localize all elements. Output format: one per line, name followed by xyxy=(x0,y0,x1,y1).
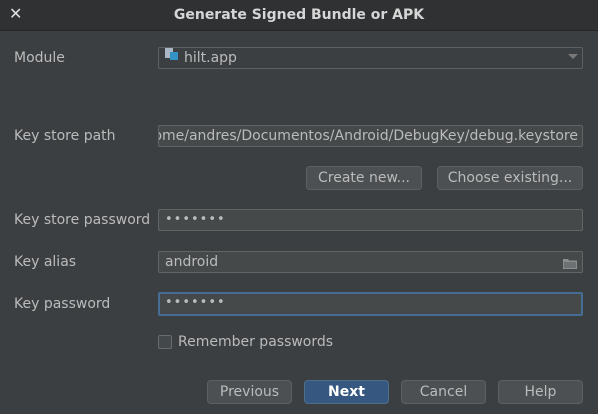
key-password-label: Key password xyxy=(14,296,111,312)
folder-icon[interactable] xyxy=(563,256,577,272)
key-store-path-label: Key store path xyxy=(14,128,116,144)
title-bar: ✕ Generate Signed Bundle or APK xyxy=(0,0,598,31)
dialog-title: Generate Signed Bundle or APK xyxy=(173,7,425,23)
key-alias-input[interactable]: android xyxy=(158,251,583,273)
next-button[interactable]: Next xyxy=(304,380,389,404)
previous-button[interactable]: Previous xyxy=(207,380,292,404)
key-password-value: ••••••• xyxy=(165,295,226,310)
module-value: hilt.app xyxy=(184,50,237,66)
cancel-button[interactable]: Cancel xyxy=(401,380,486,404)
remember-passwords-checkbox[interactable] xyxy=(158,335,172,349)
key-store-path-value: /home/andres/Documentos/Android/DebugKey… xyxy=(158,128,578,144)
module-dropdown[interactable]: hilt.app xyxy=(158,47,583,69)
key-store-password-value: ••••••• xyxy=(165,212,226,227)
help-button[interactable]: Help xyxy=(498,380,583,404)
key-password-input[interactable]: ••••••• xyxy=(158,292,583,316)
module-icon xyxy=(165,48,179,66)
remember-passwords-label[interactable]: Remember passwords xyxy=(178,331,333,353)
key-store-password-label: Key store password xyxy=(14,212,151,228)
chevron-down-icon xyxy=(568,54,578,59)
module-label: Module xyxy=(14,50,65,66)
key-store-password-input[interactable]: ••••••• xyxy=(158,209,583,231)
key-alias-value: android xyxy=(165,254,219,270)
choose-existing-button[interactable]: Choose existing... xyxy=(437,166,583,190)
key-alias-label: Key alias xyxy=(14,254,77,270)
key-store-path-input[interactable]: /home/andres/Documentos/Android/DebugKey… xyxy=(158,125,583,147)
create-new-button[interactable]: Create new... xyxy=(306,166,422,190)
